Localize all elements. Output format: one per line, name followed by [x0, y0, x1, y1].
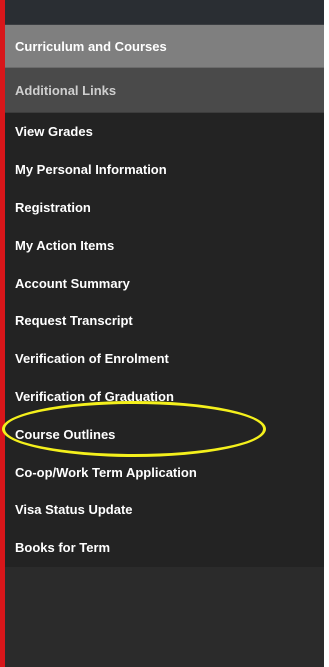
- menu-header-curriculum-and-courses[interactable]: Curriculum and Courses: [5, 25, 324, 68]
- menu-header-additional-links[interactable]: Additional Links: [5, 68, 324, 113]
- menu-item-verification-of-graduation[interactable]: Verification of Graduation: [5, 378, 324, 416]
- additional-links-list: View Grades My Personal Information Regi…: [5, 113, 324, 567]
- sidebar-menu-screenshot: Curriculum and Courses Additional Links …: [0, 0, 329, 667]
- top-strip: [5, 0, 324, 25]
- menu-item-co-op-work-term-application[interactable]: Co-op/Work Term Application: [5, 453, 324, 491]
- menu-item-visa-status-update[interactable]: Visa Status Update: [5, 491, 324, 529]
- menu-item-my-action-items[interactable]: My Action Items: [5, 226, 324, 264]
- menu-item-books-for-term[interactable]: Books for Term: [5, 529, 324, 567]
- menu-item-request-transcript[interactable]: Request Transcript: [5, 302, 324, 340]
- menu-item-verification-of-enrolment[interactable]: Verification of Enrolment: [5, 340, 324, 378]
- navigation-panel: Curriculum and Courses Additional Links …: [5, 0, 324, 667]
- menu-item-registration[interactable]: Registration: [5, 189, 324, 227]
- menu-item-view-grades[interactable]: View Grades: [5, 113, 324, 151]
- menu-item-course-outlines[interactable]: Course Outlines: [5, 415, 324, 453]
- menu-item-account-summary[interactable]: Account Summary: [5, 264, 324, 302]
- menu-item-my-personal-information[interactable]: My Personal Information: [5, 151, 324, 189]
